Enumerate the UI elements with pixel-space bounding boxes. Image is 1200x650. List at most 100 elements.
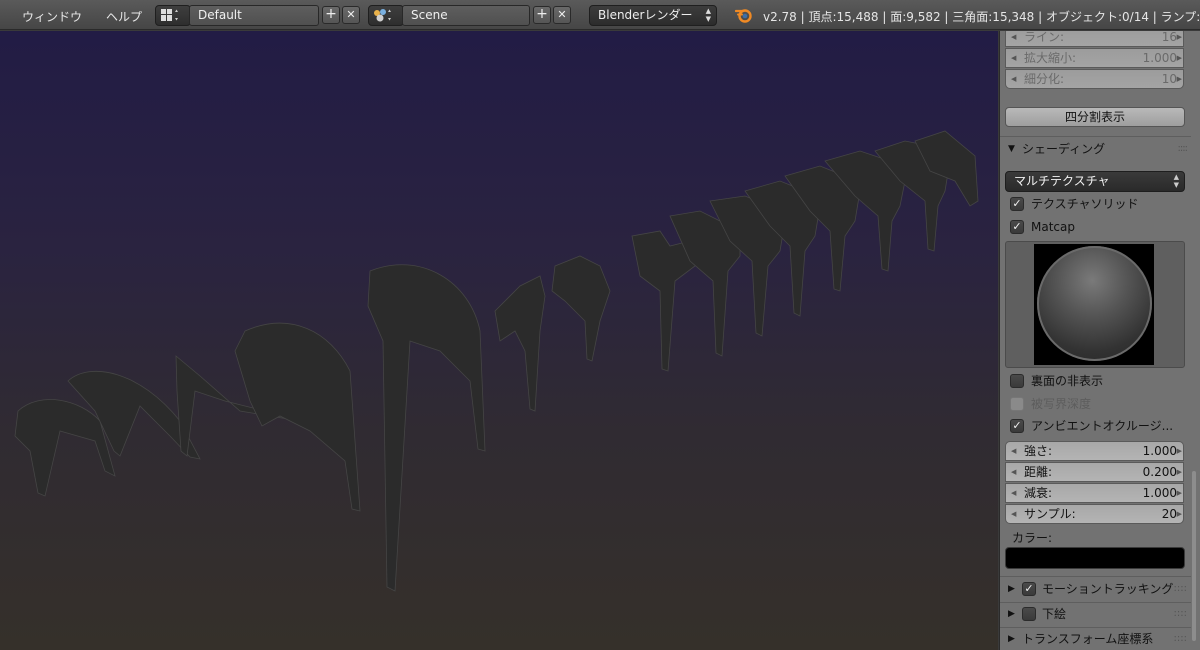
render-engine-label: Blenderレンダー [598,8,693,22]
checkbox-label: テクスチャソリッド [1031,197,1139,211]
section-title: 下絵 [1042,607,1067,621]
scene-object [551,255,611,362]
screen-layout-browse-button[interactable] [155,5,191,26]
field-value: 10 [1161,72,1177,86]
plus-icon: + [536,6,548,22]
ao-color-label: カラー: [1012,531,1053,545]
right-arrow-icon[interactable]: ▶ [1177,49,1182,67]
field-value: 0.200 [1142,465,1177,479]
checkbox-label: アンビエントオクルージ... [1031,419,1174,433]
ao-attenuation-field[interactable]: ◀ 減衰: 1.000 ▶ [1005,483,1184,503]
scene-object [631,230,696,372]
scene-object [234,322,361,512]
scene-object [494,275,546,412]
drag-grip-icon[interactable]: :::: [1178,137,1189,161]
drag-grip-icon[interactable]: :::: [1174,603,1187,625]
viewport-scene [14,130,979,592]
field-label: 減衰: [1024,486,1053,500]
shading-section-header[interactable]: ▼ シェーディング :::: [1000,137,1191,161]
grid-lines-field[interactable]: ◀ ライン: 16 ▶ [1005,31,1184,47]
matcap-preview[interactable] [1005,241,1185,368]
field-value: 1.000 [1142,444,1177,458]
section-title: トランスフォーム座標系 [1022,632,1154,646]
add-scene-button[interactable]: + [533,6,551,24]
scrollbar-thumb[interactable] [1192,471,1196,641]
screen-layout-field[interactable]: Default [189,5,319,26]
scene-object [367,264,486,592]
collapsed-icon: ▶ [1008,634,1015,644]
ao-distance-field[interactable]: ◀ 距離: 0.200 ▶ [1005,462,1184,482]
background-images-section-header[interactable]: ▶ 下絵 :::: [1000,603,1191,625]
info-header: ウィンドウ ヘルプ Default + ✕ Scene + ✕ Blenderレ… [0,0,1200,30]
grid-subdivisions-field[interactable]: ◀ 細分化: 10 ▶ [1005,69,1184,89]
field-label: 強さ: [1024,444,1053,458]
field-value: 1.000 [1142,51,1177,65]
section-title: シェーディング [1022,142,1106,156]
updown-icon: ▲ ▼ [1173,173,1179,189]
checkbox-label: Matcap [1031,220,1075,234]
right-arrow-icon[interactable]: ▶ [1177,442,1182,460]
scene-browse-button[interactable] [368,5,404,26]
collapsed-icon: ▶ [1008,584,1015,594]
expanded-icon: ▼ [1008,144,1015,154]
checkbox-box[interactable] [1022,607,1036,621]
checkmark-icon[interactable]: ✓ [1022,582,1036,596]
close-icon: ✕ [557,8,567,21]
collapsed-icon: ▶ [1008,609,1015,619]
section-divider [1000,576,1191,577]
left-arrow-icon[interactable]: ◀ [1011,505,1016,523]
ao-color-swatch[interactable] [1005,547,1185,569]
scene-field[interactable]: Scene [402,5,530,26]
field-label: 距離: [1024,465,1053,479]
updown-icon: ▲ ▼ [705,7,711,23]
blender-logo-icon [735,9,752,23]
checkbox-label: 裏面の非表示 [1031,374,1104,388]
section-title: モーショントラッキング [1042,582,1174,596]
right-arrow-icon[interactable]: ▶ [1177,70,1182,88]
panel-scrollbar[interactable] [1191,31,1197,650]
scene-statistics: v2.78 | 頂点:15,488 | 面:9,582 | 三角面:15,348… [763,10,1200,24]
right-arrow-icon[interactable]: ▶ [1177,505,1182,523]
field-label: 拡大縮小: [1024,51,1077,65]
render-engine-dropdown[interactable]: Blenderレンダー ▲ ▼ [589,5,717,26]
add-screen-button[interactable]: + [322,6,340,24]
grid-scale-field[interactable]: ◀ 拡大縮小: 1.000 ▶ [1005,48,1184,68]
scene-icon [374,9,391,22]
remove-screen-button[interactable]: ✕ [342,6,360,24]
properties-shelf: ◀ ライン: 16 ▶ ◀ 拡大縮小: 1.000 ▶ ◀ 細分化: 10 ▶ … [999,31,1200,650]
drag-grip-icon[interactable]: :::: [1174,578,1187,600]
field-label: ライン: [1024,31,1065,44]
checkmark-icon: ✓ [1010,220,1024,234]
left-arrow-icon[interactable]: ◀ [1011,442,1016,460]
checkbox-box [1010,397,1024,411]
left-arrow-icon[interactable]: ◀ [1011,70,1016,88]
right-arrow-icon[interactable]: ▶ [1177,31,1182,46]
shading-mode-dropdown[interactable]: マルチテクスチャ ▲ ▼ [1005,171,1185,192]
field-value: 1.000 [1142,486,1177,500]
left-arrow-icon[interactable]: ◀ [1011,463,1016,481]
ao-samples-field[interactable]: ◀ サンプル: 20 ▶ [1005,504,1184,524]
left-arrow-icon[interactable]: ◀ [1011,31,1016,46]
transform-orientations-section-header[interactable]: ▶ トランスフォーム座標系 :::: [1000,628,1191,650]
toggle-quad-view-button[interactable]: 四分割表示 [1005,107,1185,127]
left-arrow-icon[interactable]: ◀ [1011,484,1016,502]
3d-viewport[interactable] [0,31,998,650]
right-arrow-icon[interactable]: ▶ [1177,463,1182,481]
layout-icon [161,9,178,21]
ao-strength-field[interactable]: ◀ 強さ: 1.000 ▶ [1005,441,1184,461]
plus-icon: + [325,6,337,22]
remove-scene-button[interactable]: ✕ [553,6,571,24]
dropdown-value: マルチテクスチャ [1014,174,1110,188]
checkmark-icon: ✓ [1010,419,1024,433]
menu-window[interactable]: ウィンドウ [22,8,82,25]
left-arrow-icon[interactable]: ◀ [1011,49,1016,67]
checkmark-icon: ✓ [1010,197,1024,211]
field-value: 16 [1161,31,1177,44]
checkbox-label: 被写界深度 [1031,397,1092,411]
drag-grip-icon[interactable]: :::: [1174,628,1187,650]
field-label: 細分化: [1024,72,1065,86]
right-arrow-icon[interactable]: ▶ [1177,484,1182,502]
field-value: 20 [1161,507,1177,521]
motion-tracking-section-header[interactable]: ▶ ✓ モーショントラッキング :::: [1000,578,1191,600]
menu-help[interactable]: ヘルプ [106,8,142,25]
